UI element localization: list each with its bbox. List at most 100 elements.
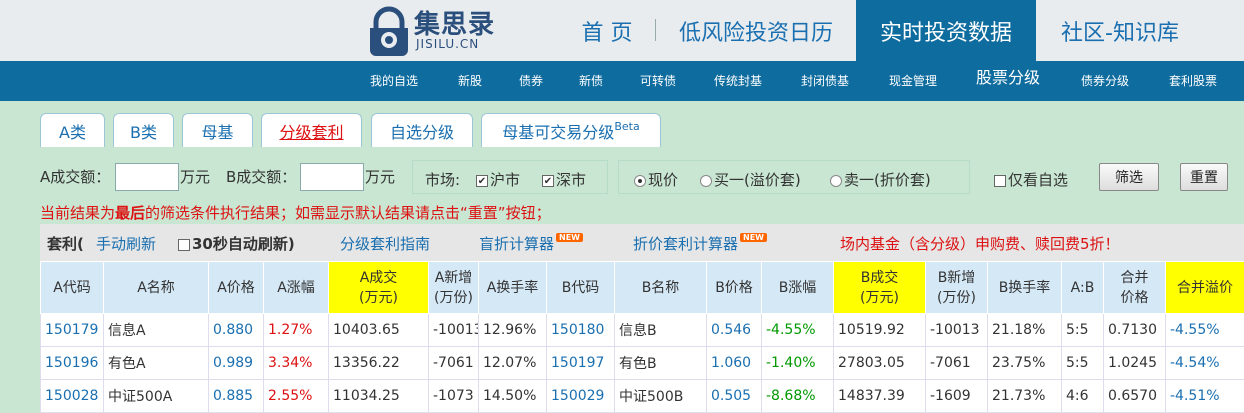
subnav-cash-mgmt[interactable]: 现金管理 [889, 61, 937, 101]
column-header[interactable]: B价格 [707, 262, 762, 314]
column-header-sublabel: (万份) [429, 288, 478, 308]
subnav-convertible[interactable]: 可转债 [640, 61, 676, 101]
table-cell: 0.546 [707, 314, 762, 347]
watch-only-option[interactable]: 仅看自选 [994, 169, 1068, 190]
subnav-bonds[interactable]: 债券 [519, 61, 543, 101]
discount-calc-label: 折价套利计算器 [633, 235, 738, 253]
market-sh-option[interactable]: ✔沪市 [476, 169, 520, 190]
market-sz-option[interactable]: ✔深市 [542, 169, 586, 190]
column-header[interactable]: 合并价格 [1104, 262, 1166, 314]
blind-calc-link[interactable]: 盲折计算器NEW [479, 233, 583, 254]
tab-parent-tradable[interactable]: 母基可交易分级Beta [481, 113, 661, 147]
column-header-sublabel: (万份) [926, 288, 987, 308]
radio-icon[interactable] [830, 175, 842, 187]
column-header[interactable]: B换手率 [988, 262, 1062, 314]
subnav-bond-graded[interactable]: 债券分级 [1081, 61, 1129, 101]
price-sell1-option[interactable]: 卖一(折价套) [830, 169, 931, 190]
column-header[interactable]: B代码 [547, 262, 615, 314]
column-header-label: B名称 [615, 278, 706, 298]
column-header[interactable]: A新增(万份) [429, 262, 479, 314]
table-cell[interactable]: 150179 [41, 314, 104, 347]
table-cell: 10519.92 [834, 314, 926, 347]
column-header[interactable]: A涨幅 [264, 262, 329, 314]
a-volume-input[interactable] [115, 163, 179, 191]
column-header[interactable]: B新增(万份) [926, 262, 988, 314]
price-buy1-option[interactable]: 买一(溢价套) [700, 169, 801, 190]
auto-refresh-toggle[interactable]: 30秒自动刷新) [178, 233, 295, 254]
subnav-new-bonds[interactable]: 新债 [579, 61, 603, 101]
checkbox-checked-icon[interactable]: ✔ [542, 175, 554, 187]
table-cell: 21.73% [988, 380, 1062, 413]
column-header[interactable]: A代码 [41, 262, 104, 314]
manual-refresh-link[interactable]: 手动刷新 [96, 233, 156, 254]
table-cell: 3.34% [264, 347, 329, 380]
table-cell[interactable]: 150197 [547, 347, 615, 380]
checkbox-icon[interactable] [994, 175, 1006, 187]
table-cell[interactable]: 150029 [547, 380, 615, 413]
column-header-label: A代码 [41, 278, 103, 298]
radio-selected-icon[interactable] [634, 175, 646, 187]
promo-link[interactable]: 场内基金（含分级）申购费、赎回费5折！ [840, 233, 1120, 254]
new-badge: NEW [740, 233, 767, 242]
logo-text: 集思录 [414, 4, 495, 41]
tab-parent-tradable-label: 母基可交易分级 [502, 119, 614, 143]
filter-button[interactable]: 筛选 [1099, 163, 1159, 191]
tab-class-b[interactable]: B类 [113, 113, 174, 147]
discount-calc-link[interactable]: 折价套利计算器NEW [633, 233, 767, 254]
filter-notice: 当前结果为最后的筛选条件执行结果；如需显示默认结果请点击“重置”按钮； [40, 202, 551, 223]
table-cell: 0.880 [209, 314, 264, 347]
table-cell: 信息A [104, 314, 209, 347]
tab-watchlist-graded[interactable]: 自选分级 [371, 113, 473, 147]
table-cell[interactable]: 150196 [41, 347, 104, 380]
site-logo[interactable]: 集思录 JISILU.CN [366, 4, 506, 56]
column-header-label: A名称 [104, 278, 208, 298]
tab-graded-arbitrage[interactable]: 分级套利 [261, 113, 362, 147]
column-header-label: 合并溢价 [1166, 278, 1244, 298]
column-header[interactable]: B名称 [615, 262, 707, 314]
checkbox-icon[interactable] [178, 239, 190, 251]
column-header[interactable]: B成交(万元) [834, 262, 926, 314]
checkbox-checked-icon[interactable]: ✔ [476, 175, 488, 187]
guide-link[interactable]: 分级套利指南 [340, 233, 430, 254]
tab-class-a[interactable]: A类 [40, 113, 105, 147]
nav-calendar[interactable]: 低风险投资日历 [664, 0, 848, 61]
table-row[interactable]: 150196有色A0.9893.34%13356.22-706112.07%15… [41, 347, 1244, 380]
table-cell: -4.51% [1166, 380, 1244, 413]
subnav-my-watchlist[interactable]: 我的自选 [370, 61, 418, 101]
subnav-equity-graded[interactable]: 股票分级 [976, 58, 1040, 98]
table-cell[interactable]: 150180 [547, 314, 615, 347]
subnav-closed-bond-fund[interactable]: 封闭债基 [801, 61, 849, 101]
nav-realtime-data[interactable]: 实时投资数据 [856, 0, 1036, 61]
reset-button[interactable]: 重置 [1180, 163, 1228, 191]
table-row[interactable]: 150179信息A0.8801.27%10403.65-1001312.96%1… [41, 314, 1244, 347]
column-header-sublabel: 价格 [1104, 288, 1165, 308]
subnav-ipo[interactable]: 新股 [458, 61, 482, 101]
column-header[interactable]: A名称 [104, 262, 209, 314]
column-header[interactable]: A成交(万元) [329, 262, 429, 314]
column-header[interactable]: A换手率 [479, 262, 547, 314]
table-cell: 0.885 [209, 380, 264, 413]
b-volume-input[interactable] [300, 163, 364, 191]
notice-suffix: 的筛选条件执行结果；如需显示默认结果请点击“重置”按钮； [145, 204, 551, 222]
column-header[interactable]: A价格 [209, 262, 264, 314]
table-cell[interactable]: 150028 [41, 380, 104, 413]
price-now-option[interactable]: 现价 [634, 169, 678, 190]
column-header-label: B价格 [707, 278, 761, 298]
nav-home[interactable]: 首 页 [568, 0, 646, 61]
b-volume-label: B成交额： [226, 166, 296, 187]
table-cell: 10403.65 [329, 314, 429, 347]
column-header[interactable]: B涨幅 [762, 262, 834, 314]
radio-icon[interactable] [700, 175, 712, 187]
subnav-arbitrage-stocks[interactable]: 套利股票 [1169, 61, 1217, 101]
auto-refresh-label: 30秒自动刷新) [192, 235, 295, 253]
tab-parent-fund[interactable]: 母基 [182, 113, 253, 147]
subnav-closed-fund[interactable]: 传统封基 [714, 61, 762, 101]
column-header[interactable]: A:B [1062, 262, 1104, 314]
column-header-label: A新增 [429, 268, 478, 288]
column-header[interactable]: 合并溢价 [1166, 262, 1244, 314]
table-cell: 5:5 [1062, 314, 1104, 347]
nav-community[interactable]: 社区-知识库 [1040, 0, 1200, 61]
table-cell: 1.27% [264, 314, 329, 347]
watch-only-label: 仅看自选 [1008, 171, 1068, 189]
table-row[interactable]: 150028中证500A0.8852.55%11034.25-107314.50… [41, 380, 1244, 413]
